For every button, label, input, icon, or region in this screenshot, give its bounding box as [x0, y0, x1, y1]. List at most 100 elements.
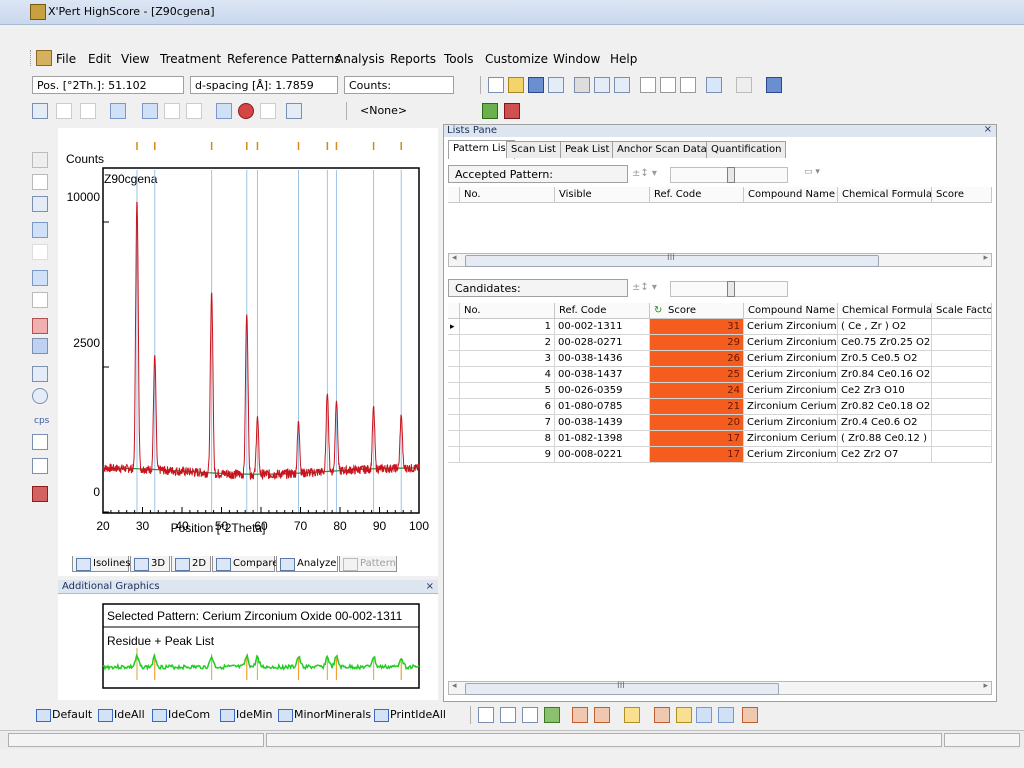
sort-icon[interactable]: ±↕ ▾: [632, 282, 672, 294]
compare-peaks-icon[interactable]: [696, 707, 712, 723]
exit-icon[interactable]: [766, 77, 782, 93]
column-header[interactable]: Chemical Formula: [838, 303, 932, 319]
database-icon[interactable]: [482, 103, 498, 119]
peak-profile-icon[interactable]: [164, 103, 180, 119]
scan-profile-icon[interactable]: [142, 103, 158, 119]
print-report-icon[interactable]: [614, 77, 630, 93]
tab-pattern-list[interactable]: Pattern List: [448, 140, 515, 159]
column-chooser-icon[interactable]: ▭ ▾: [804, 167, 830, 179]
none-select[interactable]: <None>: [356, 102, 468, 120]
redo-icon[interactable]: [736, 77, 752, 93]
fit-tool-icon[interactable]: [32, 244, 48, 260]
stick-icon[interactable]: [676, 707, 692, 723]
program-ideall[interactable]: IdeAll: [98, 708, 145, 722]
column-header[interactable]: No.: [460, 187, 555, 203]
view-mode-icon[interactable]: [32, 103, 48, 119]
remove-peaks-icon[interactable]: [718, 707, 734, 723]
document-menu-icon[interactable]: [36, 50, 52, 66]
column-header[interactable]: Visible: [555, 187, 650, 203]
magnifier-icon[interactable]: [32, 270, 48, 286]
abc-icon[interactable]: [522, 707, 538, 723]
scroll-right-icon[interactable]: ▸: [983, 253, 988, 263]
column-header[interactable]: Ref. Code: [555, 303, 650, 319]
move-icon[interactable]: [32, 196, 48, 212]
column-header[interactable]: Score: [932, 187, 992, 203]
crosshair-icon[interactable]: [32, 388, 48, 404]
scroll-left-icon[interactable]: ◂: [452, 253, 457, 263]
scroll-right-icon[interactable]: ▸: [983, 681, 988, 691]
close-icon[interactable]: ×: [426, 580, 434, 594]
close-icon[interactable]: ×: [984, 124, 992, 136]
tab-compare[interactable]: Compare: [212, 556, 278, 572]
line-pattern-icon[interactable]: [56, 103, 72, 119]
accepted-horizontal-scrollbar[interactable]: ◂ III ▸: [448, 253, 992, 267]
menu-analysis[interactable]: Analysis: [335, 52, 384, 66]
scroll-left-icon[interactable]: ◂: [452, 681, 457, 691]
paste-icon[interactable]: [680, 77, 696, 93]
print-icon[interactable]: [574, 77, 590, 93]
calculated-profile-icon[interactable]: [216, 103, 232, 119]
program-minorminerals[interactable]: MinorMinerals: [278, 708, 371, 722]
program-default[interactable]: Default: [36, 708, 92, 722]
menu-reports[interactable]: Reports: [390, 52, 436, 66]
pie-chart-icon[interactable]: [238, 103, 254, 119]
hand-icon[interactable]: [32, 152, 48, 168]
opacity-slider[interactable]: [670, 281, 788, 297]
wave-icon[interactable]: [260, 103, 276, 119]
zoom-out-icon[interactable]: [32, 174, 48, 190]
y-scale-icon[interactable]: [32, 434, 48, 450]
tab-3d[interactable]: 3D: [130, 556, 170, 572]
tab-pattern[interactable]: Pattern: [339, 556, 397, 572]
toolbar-grip[interactable]: [30, 50, 35, 66]
graphics-options-icon[interactable]: [32, 486, 48, 502]
table-row[interactable]: 400-038-143725Cerium Zirconium ...Zr0.84…: [448, 367, 992, 383]
tab-quantification[interactable]: Quantification: [706, 141, 787, 158]
cut-icon[interactable]: [640, 77, 656, 93]
report-icon[interactable]: [742, 707, 758, 723]
column-header[interactable]: Scale Factor: [932, 303, 992, 319]
program-idemin[interactable]: IdeMin: [220, 708, 273, 722]
opacity-slider[interactable]: [670, 167, 788, 183]
search-peaks-icon[interactable]: [572, 707, 588, 723]
table-row[interactable]: 900-008-022117Cerium Zirconium ...Ce2 Zr…: [448, 447, 992, 463]
tab-isolines[interactable]: Isolines: [72, 556, 131, 572]
menu-view[interactable]: View: [121, 52, 149, 66]
text-icon[interactable]: [500, 707, 516, 723]
copy-icon[interactable]: [660, 77, 676, 93]
pencil-icon[interactable]: [32, 318, 48, 334]
menu-reference-patterns[interactable]: Reference Patterns: [227, 52, 341, 66]
column-header[interactable]: Chemical Formula: [838, 187, 932, 203]
menu-help[interactable]: Help: [610, 52, 637, 66]
scan-chart[interactable]: Counts Z90cgena 10000 2500 0 20 30 40 50 60 7…: [58, 128, 438, 554]
filter-icon[interactable]: [544, 707, 560, 723]
table-row[interactable]: ▸100-002-131131Cerium Zirconium ...( Ce …: [448, 319, 992, 335]
clear-icon[interactable]: [504, 103, 520, 119]
peak-table-icon[interactable]: [478, 707, 494, 723]
difference-profile-icon[interactable]: [186, 103, 202, 119]
column-header[interactable]: Compound Name: [744, 303, 838, 319]
program-idecom[interactable]: IdeCom: [152, 708, 210, 722]
slider-thumb[interactable]: [727, 167, 735, 183]
slider-thumb[interactable]: [727, 281, 735, 297]
program-printideall[interactable]: PrintIdeAll: [374, 708, 446, 722]
eraser-icon[interactable]: [32, 338, 48, 354]
save-as-icon[interactable]: [548, 77, 564, 93]
table-row[interactable]: 500-026-035924Cerium Zirconium ...Ce2 Zr…: [448, 383, 992, 399]
tab-peak-list[interactable]: Peak List: [560, 141, 615, 158]
layout-icon[interactable]: [286, 103, 302, 119]
tab-analyze[interactable]: Analyze: [276, 556, 338, 572]
score-column-header[interactable]: ↻ Score: [650, 303, 744, 319]
search-match-icon[interactable]: [654, 707, 670, 723]
menu-window[interactable]: Window: [553, 52, 600, 66]
column-header[interactable]: Compound Name: [744, 187, 838, 203]
table-row[interactable]: 300-038-143626Cerium Zirconium ...Zr0.5 …: [448, 351, 992, 367]
menu-file[interactable]: File: [56, 52, 76, 66]
bar-pattern-icon[interactable]: [80, 103, 96, 119]
table-row[interactable]: 200-028-027129Cerium Zirconium ...Ce0.75…: [448, 335, 992, 351]
column-header[interactable]: Ref. Code: [650, 187, 744, 203]
column-header[interactable]: No.: [460, 303, 555, 319]
background-icon[interactable]: [624, 707, 640, 723]
sort-icon[interactable]: ±↕ ▾: [632, 168, 672, 180]
candidates-horizontal-scrollbar[interactable]: ◂ III ▸: [448, 681, 992, 695]
table-row[interactable]: 700-038-143920Cerium Zirconium ...Zr0.4 …: [448, 415, 992, 431]
